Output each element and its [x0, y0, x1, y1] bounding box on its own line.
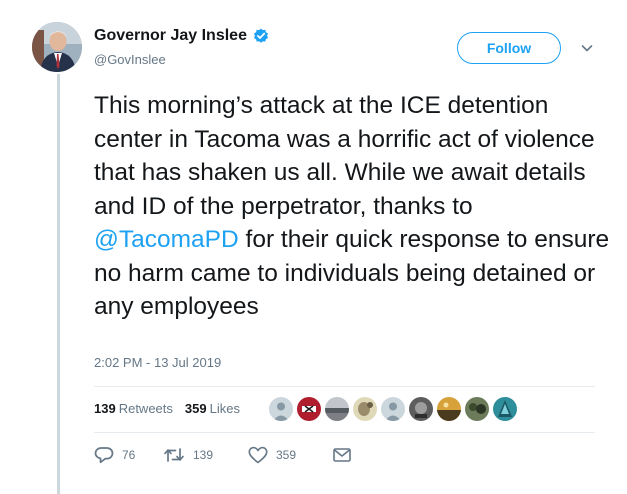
liker-avatar[interactable] [493, 397, 517, 421]
likes-label: Likes [209, 401, 240, 416]
author-name[interactable]: Governor Jay Inslee [94, 27, 247, 45]
reply-icon [94, 446, 114, 464]
tweet-actions: 76 139 359 [94, 446, 352, 464]
follow-button[interactable]: Follow [457, 32, 561, 64]
tweet-text-before: This morning’s attack at the ICE detenti… [94, 92, 595, 220]
tweet-timestamp[interactable]: 2:02 PM - 13 Jul 2019 [94, 355, 221, 370]
reply-button[interactable]: 76 [94, 446, 163, 464]
tweet-text: This morning’s attack at the ICE detenti… [94, 89, 614, 324]
liker-avatar[interactable] [409, 397, 433, 421]
tweet-stats: 139 Retweets 359 Likes [94, 401, 252, 416]
likes-stat[interactable]: 359 Likes [185, 401, 240, 416]
mention-link[interactable]: @TacomaPD [94, 226, 239, 253]
divider [94, 432, 595, 433]
likers-avatars [269, 397, 521, 421]
retweet-icon [163, 446, 185, 464]
liker-avatar[interactable] [381, 397, 405, 421]
thread-line [57, 74, 60, 494]
retweet-count: 139 [193, 448, 214, 462]
author-name-row[interactable]: Governor Jay Inslee [94, 27, 269, 45]
divider [94, 386, 595, 387]
like-button[interactable]: 359 [248, 446, 332, 464]
direct-message-button[interactable] [332, 446, 352, 464]
liker-avatar[interactable] [269, 397, 293, 421]
reply-count: 76 [122, 448, 136, 462]
author-handle[interactable]: @GovInslee [94, 52, 166, 67]
retweet-button[interactable]: 139 [163, 446, 248, 464]
like-count: 359 [276, 448, 297, 462]
retweets-label: Retweets [118, 401, 173, 416]
liker-avatar[interactable] [297, 397, 321, 421]
direct-message-icon [332, 446, 352, 464]
likes-count: 359 [184, 401, 207, 416]
liker-avatar[interactable] [325, 397, 349, 421]
heart-icon [248, 446, 268, 464]
chevron-down-icon[interactable] [580, 41, 594, 55]
avatar[interactable] [32, 22, 82, 72]
retweets-count: 139 [94, 401, 116, 416]
liker-avatar[interactable] [353, 397, 377, 421]
verified-badge-icon [253, 28, 269, 44]
liker-avatar[interactable] [465, 397, 489, 421]
retweets-stat[interactable]: 139 Retweets [94, 401, 173, 416]
liker-avatar[interactable] [437, 397, 461, 421]
